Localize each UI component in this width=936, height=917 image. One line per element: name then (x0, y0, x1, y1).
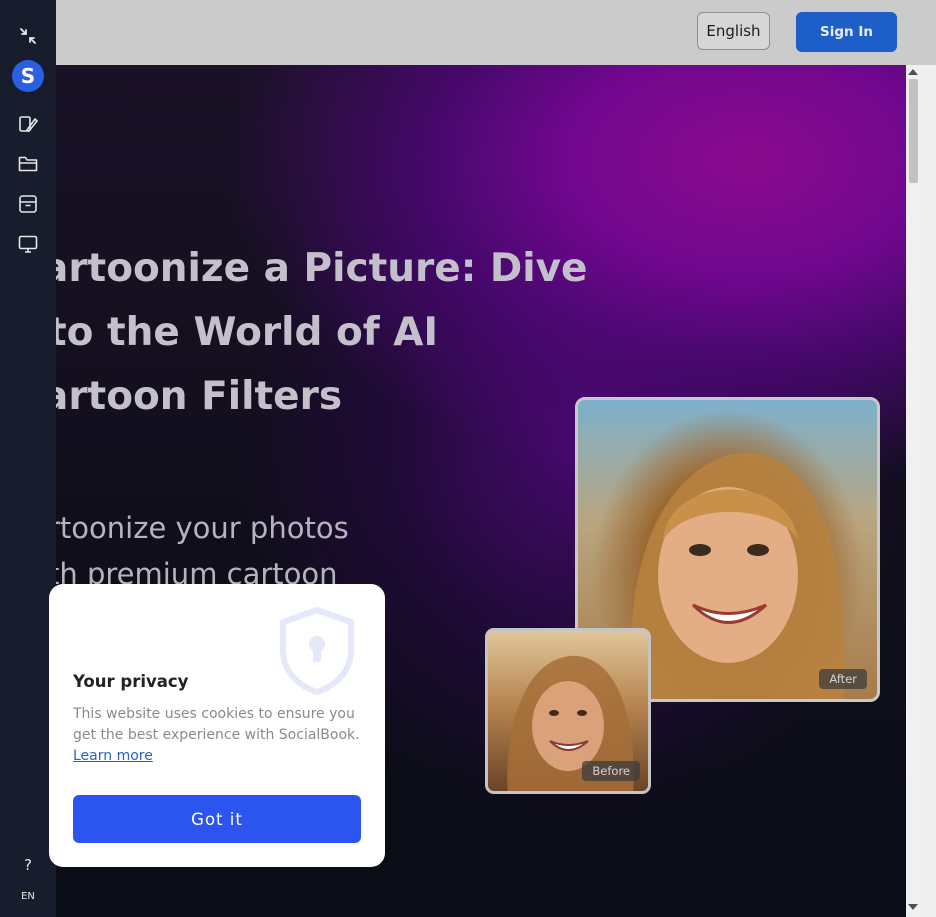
learn-more-link[interactable]: Learn more (73, 748, 153, 764)
cookie-text: This website uses cookies to ensure you … (73, 704, 365, 767)
collapse-icon[interactable] (17, 25, 39, 47)
help-icon[interactable]: ? (0, 856, 56, 874)
folder-icon[interactable] (17, 153, 39, 175)
language-button[interactable]: English (697, 12, 770, 50)
got-it-button[interactable]: Got it (73, 795, 361, 843)
cookie-consent-dialog: Your privacy This website uses cookies t… (49, 584, 385, 867)
hero-headline-line: artoon Filters (56, 374, 343, 419)
scroll-down-arrow-icon[interactable] (908, 904, 918, 910)
window-edge (921, 65, 936, 917)
cookie-title: Your privacy (73, 672, 189, 691)
sidebar: S ? EN (0, 0, 56, 917)
edit-image-icon[interactable] (17, 113, 39, 135)
sign-in-button[interactable]: Sign In (796, 12, 897, 52)
before-badge: Before (582, 761, 640, 781)
hero-headline-line: to the World of AI (56, 310, 438, 355)
scroll-thumb[interactable] (909, 79, 918, 183)
socialbook-logo[interactable]: S (12, 60, 44, 92)
hero-headline: artoonize a Picture: Dive to the World o… (56, 237, 602, 429)
before-image: Before (485, 628, 651, 794)
hero-headline-line: artoonize a Picture: Dive (56, 246, 588, 291)
hero-subtitle-line: rtoonize your photos (56, 511, 349, 545)
language-code[interactable]: EN (0, 891, 56, 902)
shield-icon (280, 607, 354, 695)
top-bar: English Sign In (0, 0, 936, 65)
page-scrollbar[interactable] (906, 65, 921, 917)
after-badge: After (819, 669, 867, 689)
monitor-icon[interactable] (17, 233, 39, 255)
archive-icon[interactable] (17, 193, 39, 215)
cookie-message: This website uses cookies to ensure you … (73, 706, 360, 743)
scroll-up-arrow-icon[interactable] (908, 69, 918, 75)
